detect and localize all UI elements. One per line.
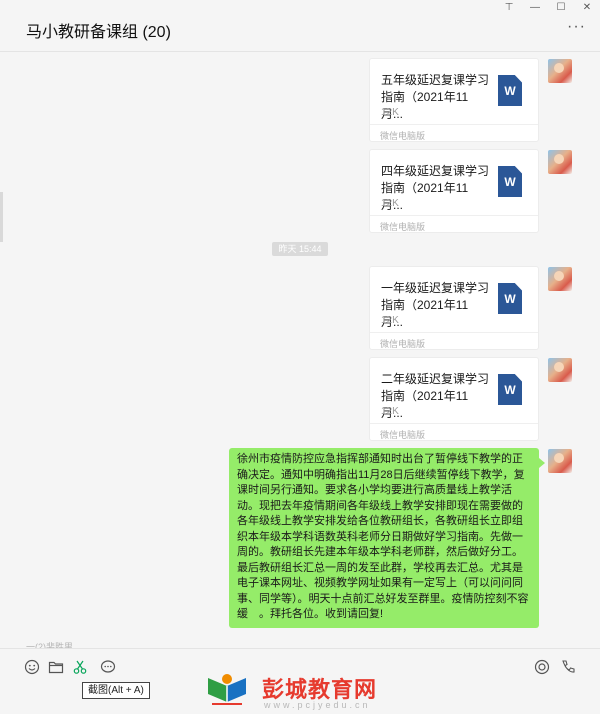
file-size: 12K — [381, 107, 399, 118]
file-source: 微信电脑版 — [370, 215, 538, 237]
file-source: 微信电脑版 — [370, 423, 538, 445]
close-button[interactable]: ✕ — [574, 0, 600, 16]
word-icon-letter: W — [504, 292, 516, 306]
live-icon[interactable] — [534, 659, 550, 675]
text-message[interactable]: 徐州市疫情防控应急指挥部通知时出台了暂停线下教学的正确决定。通知中明确指出11月… — [229, 448, 545, 628]
watermark-url: www.pcjyedu.cn — [264, 700, 371, 710]
word-file-icon: W — [498, 75, 522, 106]
message-list[interactable]: 五年级延迟复课学习指南（2021年11月... 12K W 微信电脑版 四年级延… — [0, 52, 600, 648]
word-file-icon: W — [498, 374, 522, 405]
reply-hint: 一(2)裴胜男 — [26, 642, 73, 648]
emoji-icon[interactable] — [24, 659, 40, 675]
minimize-button[interactable]: — — [522, 0, 548, 16]
word-icon-letter: W — [504, 383, 516, 397]
file-message[interactable]: 一年级延迟复课学习指南（2021年11月... 12K W 微信电脑版 — [369, 266, 539, 350]
chat-history-icon[interactable] — [100, 659, 116, 675]
avatar[interactable] — [548, 150, 572, 174]
file-message[interactable]: 四年级延迟复课学习指南（2021年11月... 12K W 微信电脑版 — [369, 149, 539, 233]
word-icon-letter: W — [504, 84, 516, 98]
avatar[interactable] — [548, 59, 572, 83]
site-watermark: 彭城教育网 www.pcjyedu.cn — [200, 668, 400, 714]
scissors-icon[interactable] — [72, 659, 88, 675]
word-file-icon: W — [498, 166, 522, 197]
word-file-icon: W — [498, 283, 522, 314]
book-logo-icon — [208, 674, 246, 705]
file-size: 12K — [381, 406, 399, 417]
maximize-button[interactable]: ☐ — [548, 0, 574, 16]
file-message[interactable]: 二年级延迟复课学习指南（2021年11月... 12K W 微信电脑版 — [369, 357, 539, 441]
file-message[interactable]: 五年级延迟复课学习指南（2021年11月... 12K W 微信电脑版 — [369, 58, 539, 142]
word-icon-letter: W — [504, 175, 516, 189]
file-source: 微信电脑版 — [370, 124, 538, 146]
voice-call-icon[interactable] — [560, 659, 576, 675]
avatar[interactable] — [548, 267, 572, 291]
timestamp: 昨天 15:44 — [272, 242, 328, 256]
sidebar-edge — [0, 192, 3, 242]
window-controls: ⊤ — ☐ ✕ — [496, 0, 600, 16]
file-size: 12K — [381, 315, 399, 326]
avatar[interactable] — [548, 358, 572, 382]
file-source: 微信电脑版 — [370, 332, 538, 354]
chat-header: 马小教研备课组 (20) ⊤ — ☐ ✕ ··· — [0, 0, 600, 52]
avatar[interactable] — [548, 449, 572, 473]
pin-icon[interactable]: ⊤ — [496, 0, 522, 16]
more-options-button[interactable]: ··· — [567, 19, 586, 35]
screenshot-tooltip: 截图(Alt + A) — [82, 682, 150, 699]
folder-icon[interactable] — [48, 659, 64, 675]
chat-title: 马小教研备课组 (20) — [26, 24, 171, 41]
file-size: 12K — [381, 198, 399, 209]
